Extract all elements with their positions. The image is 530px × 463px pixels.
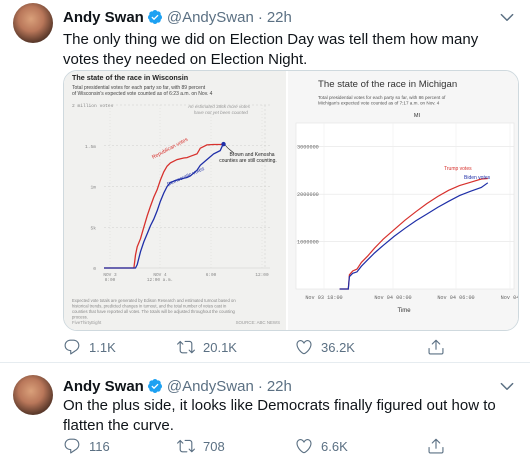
reply-icon: [64, 438, 80, 454]
reply-count: 116: [89, 438, 110, 454]
tweet-actions: 116 708 6.6K: [63, 437, 463, 457]
like-button[interactable]: 6.6K: [295, 437, 348, 455]
retweet-icon: [177, 439, 195, 453]
chart-subtitle: of Wisconsin's expected vote counted as …: [72, 91, 213, 97]
like-button[interactable]: 36.2K: [295, 338, 355, 356]
share-button[interactable]: [427, 437, 453, 455]
like-count: 6.6K: [321, 438, 348, 454]
heart-icon: [296, 439, 312, 454]
x-tick-label: Nov 04: [501, 295, 518, 301]
x-axis-label: Time: [397, 308, 411, 314]
wisconsin-chart-panel[interactable]: The state of the race in Wisconsin Total …: [64, 71, 286, 330]
x-tick-label: 12:00: [255, 273, 269, 278]
source-left: FiveThirtyEight: [72, 320, 102, 325]
panel-label: MI: [414, 113, 421, 119]
chart-subtitle: Total presidential votes for each party …: [318, 95, 446, 100]
share-icon: [428, 438, 444, 454]
democratic-votes-line: [104, 143, 225, 269]
series-label-republican: Republican votes: [151, 137, 189, 161]
x-tick-label: Nov 03 18:00: [305, 295, 342, 301]
heart-icon: [296, 340, 312, 355]
michigan-chart: The state of the race in Michigan Total p…: [295, 79, 518, 314]
author-name[interactable]: Andy Swan: [63, 9, 144, 26]
chart-title: The state of the race in Michigan: [318, 79, 457, 90]
x-tick-label: 12:00 a.m.: [147, 278, 173, 283]
avatar[interactable]: [13, 3, 53, 43]
y-tick-label: 1000000: [297, 240, 319, 246]
share-icon: [428, 339, 444, 355]
reply-button[interactable]: 116: [63, 437, 110, 455]
michigan-chart-panel[interactable]: The state of the race in Michigan Total p…: [288, 71, 518, 330]
republican-votes-line: [104, 143, 224, 269]
y-tick-label: 0: [93, 266, 96, 272]
tweet[interactable]: Andy Swan @AndySwan · 22h The only thing…: [0, 0, 530, 362]
chart-footnote: Expected vote totals are generated by Ed…: [72, 298, 236, 303]
wisconsin-chart: The state of the race in WisconsinTotal …: [72, 73, 280, 325]
annotation-estimated-2: have not yet been counted: [194, 110, 249, 115]
chart-title: The state of the race in Wisconsin: [72, 73, 188, 82]
chart-subtitle: Michigan's expected vote counted as of 7…: [318, 101, 440, 106]
author-name[interactable]: Andy Swan: [63, 378, 144, 395]
tweet-header: Andy Swan @AndySwan · 22h: [63, 376, 292, 396]
tweet-actions: 1.1K 20.1K 36.2K: [63, 338, 463, 358]
series-label-biden: Biden votes: [464, 175, 491, 181]
annotation-estimated: An estimated 386k more votes: [187, 104, 251, 109]
series-label-trump: Trump votes: [444, 166, 472, 172]
like-count: 36.2K: [321, 339, 355, 355]
plot-area: [295, 122, 515, 290]
retweet-button[interactable]: 708: [177, 437, 225, 455]
series-label-democratic: Democratic votes: [166, 166, 205, 188]
source-right: SOURCE: ABC NEWS: [236, 320, 280, 325]
chart-footnote: process.: [72, 315, 88, 320]
separator-dot: ·: [257, 377, 263, 395]
y-tick-label: 3000000: [297, 145, 319, 151]
verified-badge-icon: [147, 379, 162, 393]
tweet[interactable]: Andy Swan @AndySwan · 22h On the plus si…: [0, 362, 530, 463]
retweet-button[interactable]: 20.1K: [177, 338, 237, 356]
verified-badge-icon: [147, 10, 162, 24]
x-tick-label: 6:00: [206, 273, 217, 278]
chart-footnote: counties that have reported all votes. T…: [72, 309, 236, 314]
timestamp[interactable]: 22h: [267, 9, 292, 26]
x-tick-label: Nov 04 00:00: [374, 295, 411, 301]
avatar[interactable]: [13, 375, 53, 415]
x-tick-label: 8:00: [105, 278, 116, 283]
annotation-counties-2: counties are still counting.: [219, 158, 277, 164]
share-button[interactable]: [427, 338, 453, 356]
series-endpoint-marker: [221, 141, 226, 147]
author-handle[interactable]: @AndySwan: [167, 9, 254, 26]
chevron-down-icon[interactable]: [498, 8, 516, 26]
separator-dot: ·: [257, 8, 263, 26]
chevron-down-icon[interactable]: [498, 377, 516, 395]
reply-count: 1.1K: [89, 339, 116, 355]
timestamp[interactable]: 22h: [267, 378, 292, 395]
retweet-count: 20.1K: [203, 339, 237, 355]
tweet-text: The only thing we did on Election Day wa…: [63, 31, 479, 68]
y-tick-label: 1m: [90, 185, 96, 191]
y-tick-label: 1.5m: [85, 144, 96, 150]
retweet-count: 708: [203, 438, 225, 454]
y-tick-label: 2 million votes: [72, 103, 114, 109]
retweet-icon: [177, 340, 195, 354]
tweet-header: Andy Swan @AndySwan · 22h: [63, 7, 292, 27]
y-tick-label: 5k: [90, 225, 96, 231]
chart-footnote: historical trends, predicted changes in …: [72, 304, 227, 309]
tweet-media[interactable]: The state of the race in Wisconsin Total …: [63, 70, 519, 331]
y-tick-label: 2000000: [297, 192, 319, 198]
tweet-text: On the plus side, it looks like Democrat…: [63, 397, 496, 434]
reply-icon: [64, 339, 80, 355]
x-tick-label: Nov 04 06:00: [437, 295, 474, 301]
author-handle[interactable]: @AndySwan: [167, 378, 254, 395]
reply-button[interactable]: 1.1K: [63, 338, 116, 356]
